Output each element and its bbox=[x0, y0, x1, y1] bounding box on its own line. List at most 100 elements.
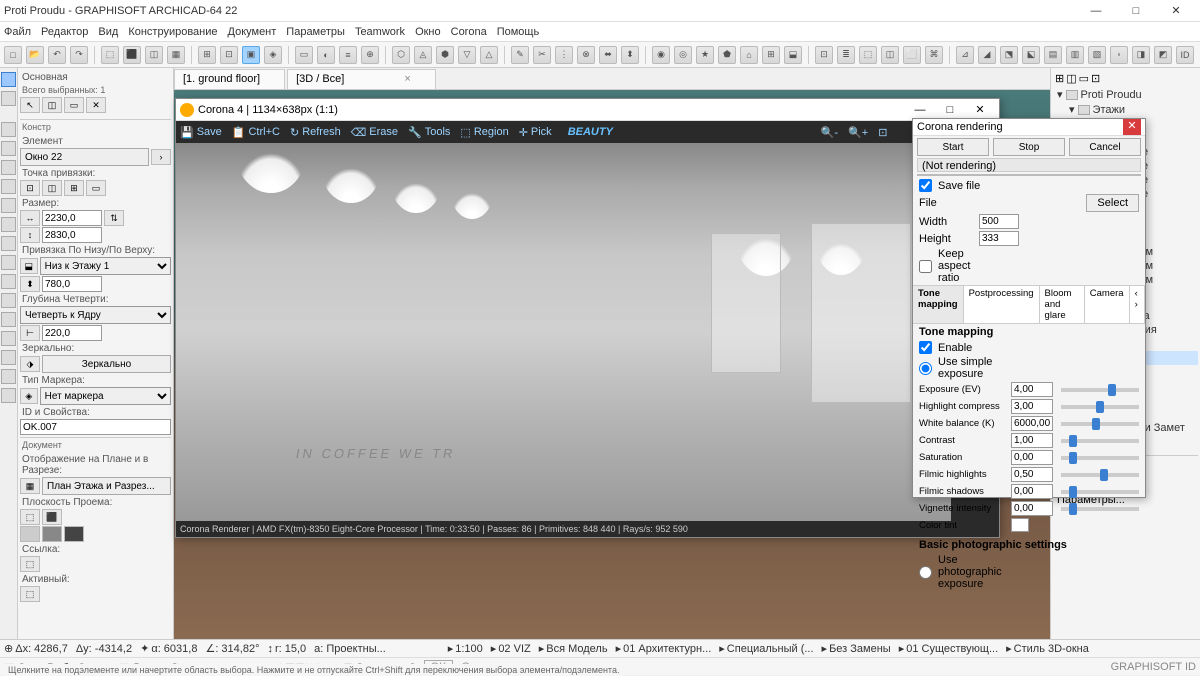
tool-icon[interactable]: ▤ bbox=[1044, 46, 1062, 64]
arch-selector[interactable]: ▸ 01 Архитектурн... bbox=[616, 642, 712, 655]
tab-ground-floor[interactable]: [1. ground floor] bbox=[174, 69, 285, 89]
tool-icon[interactable]: ⊗ bbox=[577, 46, 595, 64]
vfb-tools-button[interactable]: 🔧 Tools bbox=[408, 126, 450, 139]
tab-postprocessing[interactable]: Postprocessing bbox=[964, 286, 1040, 323]
vfb-maximize[interactable]: □ bbox=[935, 104, 965, 116]
door-tool-icon[interactable] bbox=[1, 141, 16, 156]
spec-selector[interactable]: ▸ Специальный (... bbox=[719, 642, 813, 655]
window-tool-icon[interactable] bbox=[1, 160, 16, 175]
tab-nav[interactable]: ‹ › bbox=[1130, 286, 1145, 323]
tool-icon[interactable]: ◎ bbox=[674, 46, 692, 64]
vfb-channel[interactable]: BEAUTY bbox=[568, 126, 613, 138]
anchor-icon[interactable]: ⊡ bbox=[20, 180, 40, 196]
marker-select[interactable]: Нет маркера bbox=[40, 387, 171, 405]
tool-icon[interactable]: ⊞ bbox=[198, 46, 216, 64]
tree-root[interactable]: ▾Proti Proudu bbox=[1053, 87, 1198, 102]
cancel-icon[interactable]: ✕ bbox=[86, 97, 106, 113]
element-selector[interactable]: Окно 22 bbox=[20, 148, 149, 166]
tool-icon[interactable]: ⬜ bbox=[903, 46, 921, 64]
tool-icon[interactable]: ▭ bbox=[295, 46, 313, 64]
crp-close-button[interactable]: ✕ bbox=[1123, 119, 1141, 135]
sel-icon[interactable]: ▭ bbox=[64, 97, 84, 113]
tool-icon[interactable]: ◈ bbox=[264, 46, 282, 64]
scale-selector[interactable]: ▸ 1:100 bbox=[448, 642, 483, 655]
tab-camera[interactable]: Camera bbox=[1085, 286, 1130, 323]
swatch-icon[interactable] bbox=[42, 526, 62, 542]
tool-icon[interactable]: ⬕ bbox=[1022, 46, 1040, 64]
menu-file[interactable]: Файл bbox=[4, 26, 31, 38]
arrow-icon[interactable]: ↖ bbox=[20, 97, 40, 113]
slider-track[interactable] bbox=[1061, 456, 1139, 460]
menu-window[interactable]: Окно bbox=[415, 26, 441, 38]
tool-icon[interactable]: ⬞ bbox=[1110, 46, 1128, 64]
morph-tool-icon[interactable] bbox=[1, 331, 16, 346]
menu-document[interactable]: Документ bbox=[228, 26, 277, 38]
tool-icon[interactable]: ⬚ bbox=[859, 46, 877, 64]
tool-icon[interactable]: ▦ bbox=[167, 46, 185, 64]
tool-icon[interactable]: ◢ bbox=[978, 46, 996, 64]
tool-icon[interactable]: ◩ bbox=[1154, 46, 1172, 64]
chevron-right-icon[interactable]: › bbox=[151, 149, 171, 165]
vfb-pick-button[interactable]: ✛ Pick bbox=[519, 126, 552, 139]
anchor-icon[interactable]: ▭ bbox=[86, 180, 106, 196]
vfb-region-button[interactable]: ⬚ Region bbox=[460, 126, 508, 139]
tool-redo-icon[interactable]: ↷ bbox=[70, 46, 88, 64]
mesh-tool-icon[interactable] bbox=[1, 293, 16, 308]
slider-input[interactable] bbox=[1011, 467, 1053, 482]
tool-icon[interactable]: ◨ bbox=[1132, 46, 1150, 64]
column-tool-icon[interactable] bbox=[1, 179, 16, 194]
object-tool-icon[interactable] bbox=[1, 350, 16, 365]
slider-input[interactable] bbox=[1011, 416, 1053, 431]
tool-icon[interactable]: ★ bbox=[696, 46, 714, 64]
cancel-button[interactable]: Cancel bbox=[1069, 138, 1141, 156]
vfb-close[interactable]: ✕ bbox=[965, 103, 995, 116]
floor-select[interactable]: Низ к Этажу 1 bbox=[40, 257, 171, 275]
slider-track[interactable] bbox=[1061, 405, 1139, 409]
width-input[interactable] bbox=[42, 210, 102, 226]
menu-teamwork[interactable]: Teamwork bbox=[355, 26, 405, 38]
tool-icon[interactable]: ◬ bbox=[414, 46, 432, 64]
mirror-button[interactable]: Зеркально bbox=[42, 355, 171, 373]
exist-selector[interactable]: ▸ 01 Существующ... bbox=[899, 642, 998, 655]
tool-icon[interactable]: ⊡ bbox=[815, 46, 833, 64]
sel-icon[interactable]: ◫ bbox=[42, 97, 62, 113]
height-input[interactable] bbox=[42, 227, 102, 243]
zamen-selector[interactable]: ▸ Без Замены bbox=[822, 642, 891, 655]
close-button[interactable]: ✕ bbox=[1156, 4, 1196, 17]
arrow-tool-icon[interactable] bbox=[1, 72, 16, 87]
enable-check[interactable] bbox=[919, 341, 932, 354]
offset-input[interactable] bbox=[42, 276, 102, 292]
tool-icon[interactable]: ⬡ bbox=[392, 46, 410, 64]
tool-new-icon[interactable]: □ bbox=[4, 46, 22, 64]
nav-icon[interactable]: ▭ bbox=[1079, 72, 1089, 85]
active-icon[interactable]: ⬚ bbox=[20, 586, 40, 602]
tool-icon[interactable]: ◫ bbox=[881, 46, 899, 64]
tool-icon[interactable]: ≡ bbox=[339, 46, 357, 64]
lamp-tool-icon[interactable] bbox=[1, 388, 16, 403]
start-button[interactable]: Start bbox=[917, 138, 989, 156]
slider-input[interactable] bbox=[1011, 450, 1053, 465]
tool-icon[interactable]: ⬔ bbox=[1000, 46, 1018, 64]
colortint-swatch[interactable] bbox=[1011, 518, 1029, 532]
style3d-selector[interactable]: ▸ Стиль 3D-окна bbox=[1006, 642, 1089, 655]
tool-icon[interactable]: ◉ bbox=[652, 46, 670, 64]
slider-track[interactable] bbox=[1061, 490, 1139, 494]
beam-tool-icon[interactable] bbox=[1, 198, 16, 213]
tool-icon[interactable]: ⬌ bbox=[599, 46, 617, 64]
tool-icon[interactable]: ⊕ bbox=[361, 46, 379, 64]
curtain-tool-icon[interactable] bbox=[1, 312, 16, 327]
id-input[interactable] bbox=[20, 419, 171, 435]
photo-radio[interactable] bbox=[919, 566, 932, 579]
depth-input[interactable] bbox=[42, 325, 102, 341]
viz-selector[interactable]: ▸ 02 VIZ bbox=[491, 642, 531, 655]
tool-icon[interactable]: ID bbox=[1176, 46, 1194, 64]
anchor-icon[interactable]: ⊞ bbox=[64, 180, 84, 196]
tool-active-icon[interactable]: ▣ bbox=[242, 46, 260, 64]
tab-tonemapping[interactable]: Tone mapping bbox=[913, 286, 964, 323]
slider-track[interactable] bbox=[1061, 388, 1139, 392]
slider-track[interactable] bbox=[1061, 507, 1139, 511]
zoom-fit-icon[interactable]: ⊡ bbox=[878, 126, 887, 139]
savefile-check[interactable] bbox=[919, 179, 932, 192]
vfb-save-button[interactable]: 💾 Save bbox=[180, 126, 222, 139]
proj-icon[interactable]: ⬚ bbox=[20, 509, 40, 525]
